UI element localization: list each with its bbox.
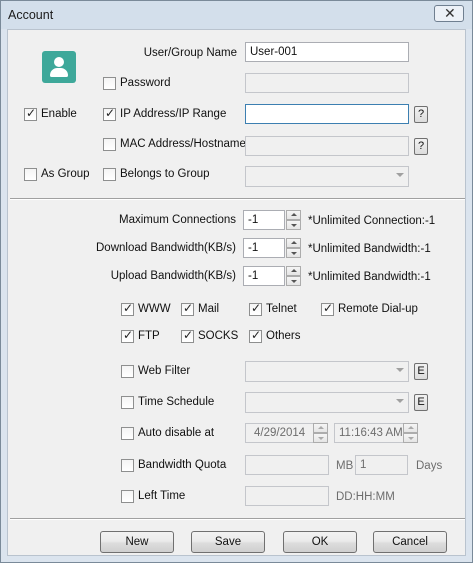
spin-down-icon[interactable]	[286, 276, 301, 286]
as-group-checkbox[interactable]	[24, 168, 37, 181]
auto-disable-date-stepper[interactable]	[313, 423, 328, 443]
left-time-format: DD:HH:MM	[336, 491, 395, 503]
new-button[interactable]: New	[100, 531, 174, 553]
spin-up-icon[interactable]	[286, 238, 301, 248]
auto-disable-label: Auto disable at	[138, 427, 215, 439]
upload-bandwidth-hint: *Unlimited Bandwidth:-1	[308, 271, 431, 283]
service-www-label: WWW	[138, 303, 171, 315]
as-group-label: As Group	[41, 168, 90, 180]
time-schedule-select[interactable]	[245, 392, 409, 413]
service-mail-checkbox[interactable]	[181, 301, 194, 316]
belongs-to-group-checkbox[interactable]	[103, 168, 116, 181]
bandwidth-quota-unit: MB	[336, 460, 354, 472]
cancel-button[interactable]: Cancel	[373, 531, 447, 553]
service-socks-label: SOCKS	[198, 330, 239, 342]
service-ftp-checkbox[interactable]	[121, 328, 134, 343]
password-input[interactable]	[245, 73, 409, 93]
password-checkbox[interactable]	[103, 77, 116, 90]
ok-button[interactable]: OK	[283, 531, 357, 553]
spin-up-icon[interactable]	[313, 423, 328, 433]
close-icon: ✕	[444, 5, 456, 21]
service-remote-dialup-checkbox[interactable]	[321, 301, 334, 316]
chevron-down-icon	[396, 368, 404, 372]
password-label: Password	[120, 77, 171, 89]
spin-up-icon[interactable]	[286, 210, 301, 220]
download-bandwidth-input[interactable]: -1	[243, 238, 285, 258]
bandwidth-quota-label: Bandwidth Quota	[138, 459, 227, 471]
max-connections-input[interactable]: -1	[243, 210, 285, 230]
max-connections-hint: *Unlimited Connection:-1	[308, 215, 436, 227]
chevron-down-icon	[396, 173, 404, 177]
mac-address-input[interactable]	[245, 136, 409, 156]
left-time-label: Left Time	[138, 490, 186, 502]
auto-disable-time-stepper[interactable]	[403, 423, 418, 443]
service-remote-dialup-label: Remote Dial-up	[338, 303, 418, 315]
left-time-checkbox[interactable]	[121, 490, 134, 503]
time-schedule-checkbox[interactable]	[121, 396, 134, 409]
left-time-input[interactable]	[245, 486, 329, 506]
window-title: Account	[8, 8, 54, 22]
spin-down-icon[interactable]	[286, 220, 301, 230]
user-avatar-icon	[42, 51, 76, 83]
save-button[interactable]: Save	[191, 531, 265, 553]
download-bandwidth-hint: *Unlimited Bandwidth:-1	[308, 243, 431, 255]
spin-up-icon[interactable]	[286, 266, 301, 276]
spin-up-icon[interactable]	[403, 423, 418, 433]
ip-address-checkbox[interactable]	[103, 106, 116, 121]
service-telnet-checkbox[interactable]	[249, 301, 262, 316]
quota-days-input[interactable]: 1	[355, 455, 408, 475]
bandwidth-quota-checkbox[interactable]	[121, 459, 134, 472]
belongs-to-group-label: Belongs to Group	[120, 168, 210, 180]
user-group-name-label: User/Group Name	[143, 47, 237, 59]
separator-2	[10, 518, 465, 520]
close-button[interactable]: ✕	[434, 5, 464, 22]
service-telnet-label: Telnet	[266, 303, 297, 315]
ip-address-label: IP Address/IP Range	[120, 108, 227, 120]
service-others-label: Others	[266, 330, 301, 342]
dialog-body: User/Group Name User-001 Password Enable…	[7, 29, 466, 556]
upload-bandwidth-label: Upload Bandwidth(KB/s)	[110, 270, 236, 282]
service-www-checkbox[interactable]	[121, 301, 134, 316]
max-connections-label: Maximum Connections	[119, 214, 236, 226]
enable-label: Enable	[41, 108, 77, 120]
download-bandwidth-stepper[interactable]	[286, 238, 301, 258]
enable-checkbox[interactable]	[24, 106, 37, 121]
user-group-name-input[interactable]: User-001	[245, 42, 409, 62]
service-socks-checkbox[interactable]	[181, 328, 194, 343]
spin-down-icon[interactable]	[313, 433, 328, 443]
spin-down-icon[interactable]	[403, 433, 418, 443]
upload-bandwidth-stepper[interactable]	[286, 266, 301, 286]
separator-1	[10, 198, 465, 200]
service-others-checkbox[interactable]	[249, 328, 262, 343]
service-mail-label: Mail	[198, 303, 220, 315]
mac-help-button[interactable]: ?	[414, 138, 428, 155]
bandwidth-quota-input[interactable]	[245, 455, 329, 475]
web-filter-label: Web Filter	[138, 365, 191, 377]
upload-bandwidth-input[interactable]: -1	[243, 266, 285, 286]
account-dialog: Account ✕ User/Group Name User-001 Passw…	[0, 0, 473, 563]
mac-address-checkbox[interactable]	[103, 138, 116, 151]
mac-address-label: MAC Address/Hostname	[120, 138, 246, 150]
auto-disable-checkbox[interactable]	[121, 427, 134, 440]
download-bandwidth-label: Download Bandwidth(KB/s)	[96, 242, 236, 254]
time-schedule-edit-button[interactable]: E	[414, 394, 428, 411]
title-bar: Account ✕	[1, 1, 472, 29]
ip-address-input[interactable]	[245, 104, 409, 124]
quota-days-unit: Days	[416, 460, 443, 472]
spin-down-icon[interactable]	[286, 248, 301, 258]
service-ftp-label: FTP	[138, 330, 160, 342]
web-filter-checkbox[interactable]	[121, 365, 134, 378]
group-select[interactable]	[245, 166, 409, 187]
ip-help-button[interactable]: ?	[414, 106, 428, 123]
max-connections-stepper[interactable]	[286, 210, 301, 230]
chevron-down-icon	[396, 399, 404, 403]
time-schedule-label: Time Schedule	[138, 396, 215, 408]
web-filter-edit-button[interactable]: E	[414, 363, 428, 380]
web-filter-select[interactable]	[245, 361, 409, 382]
